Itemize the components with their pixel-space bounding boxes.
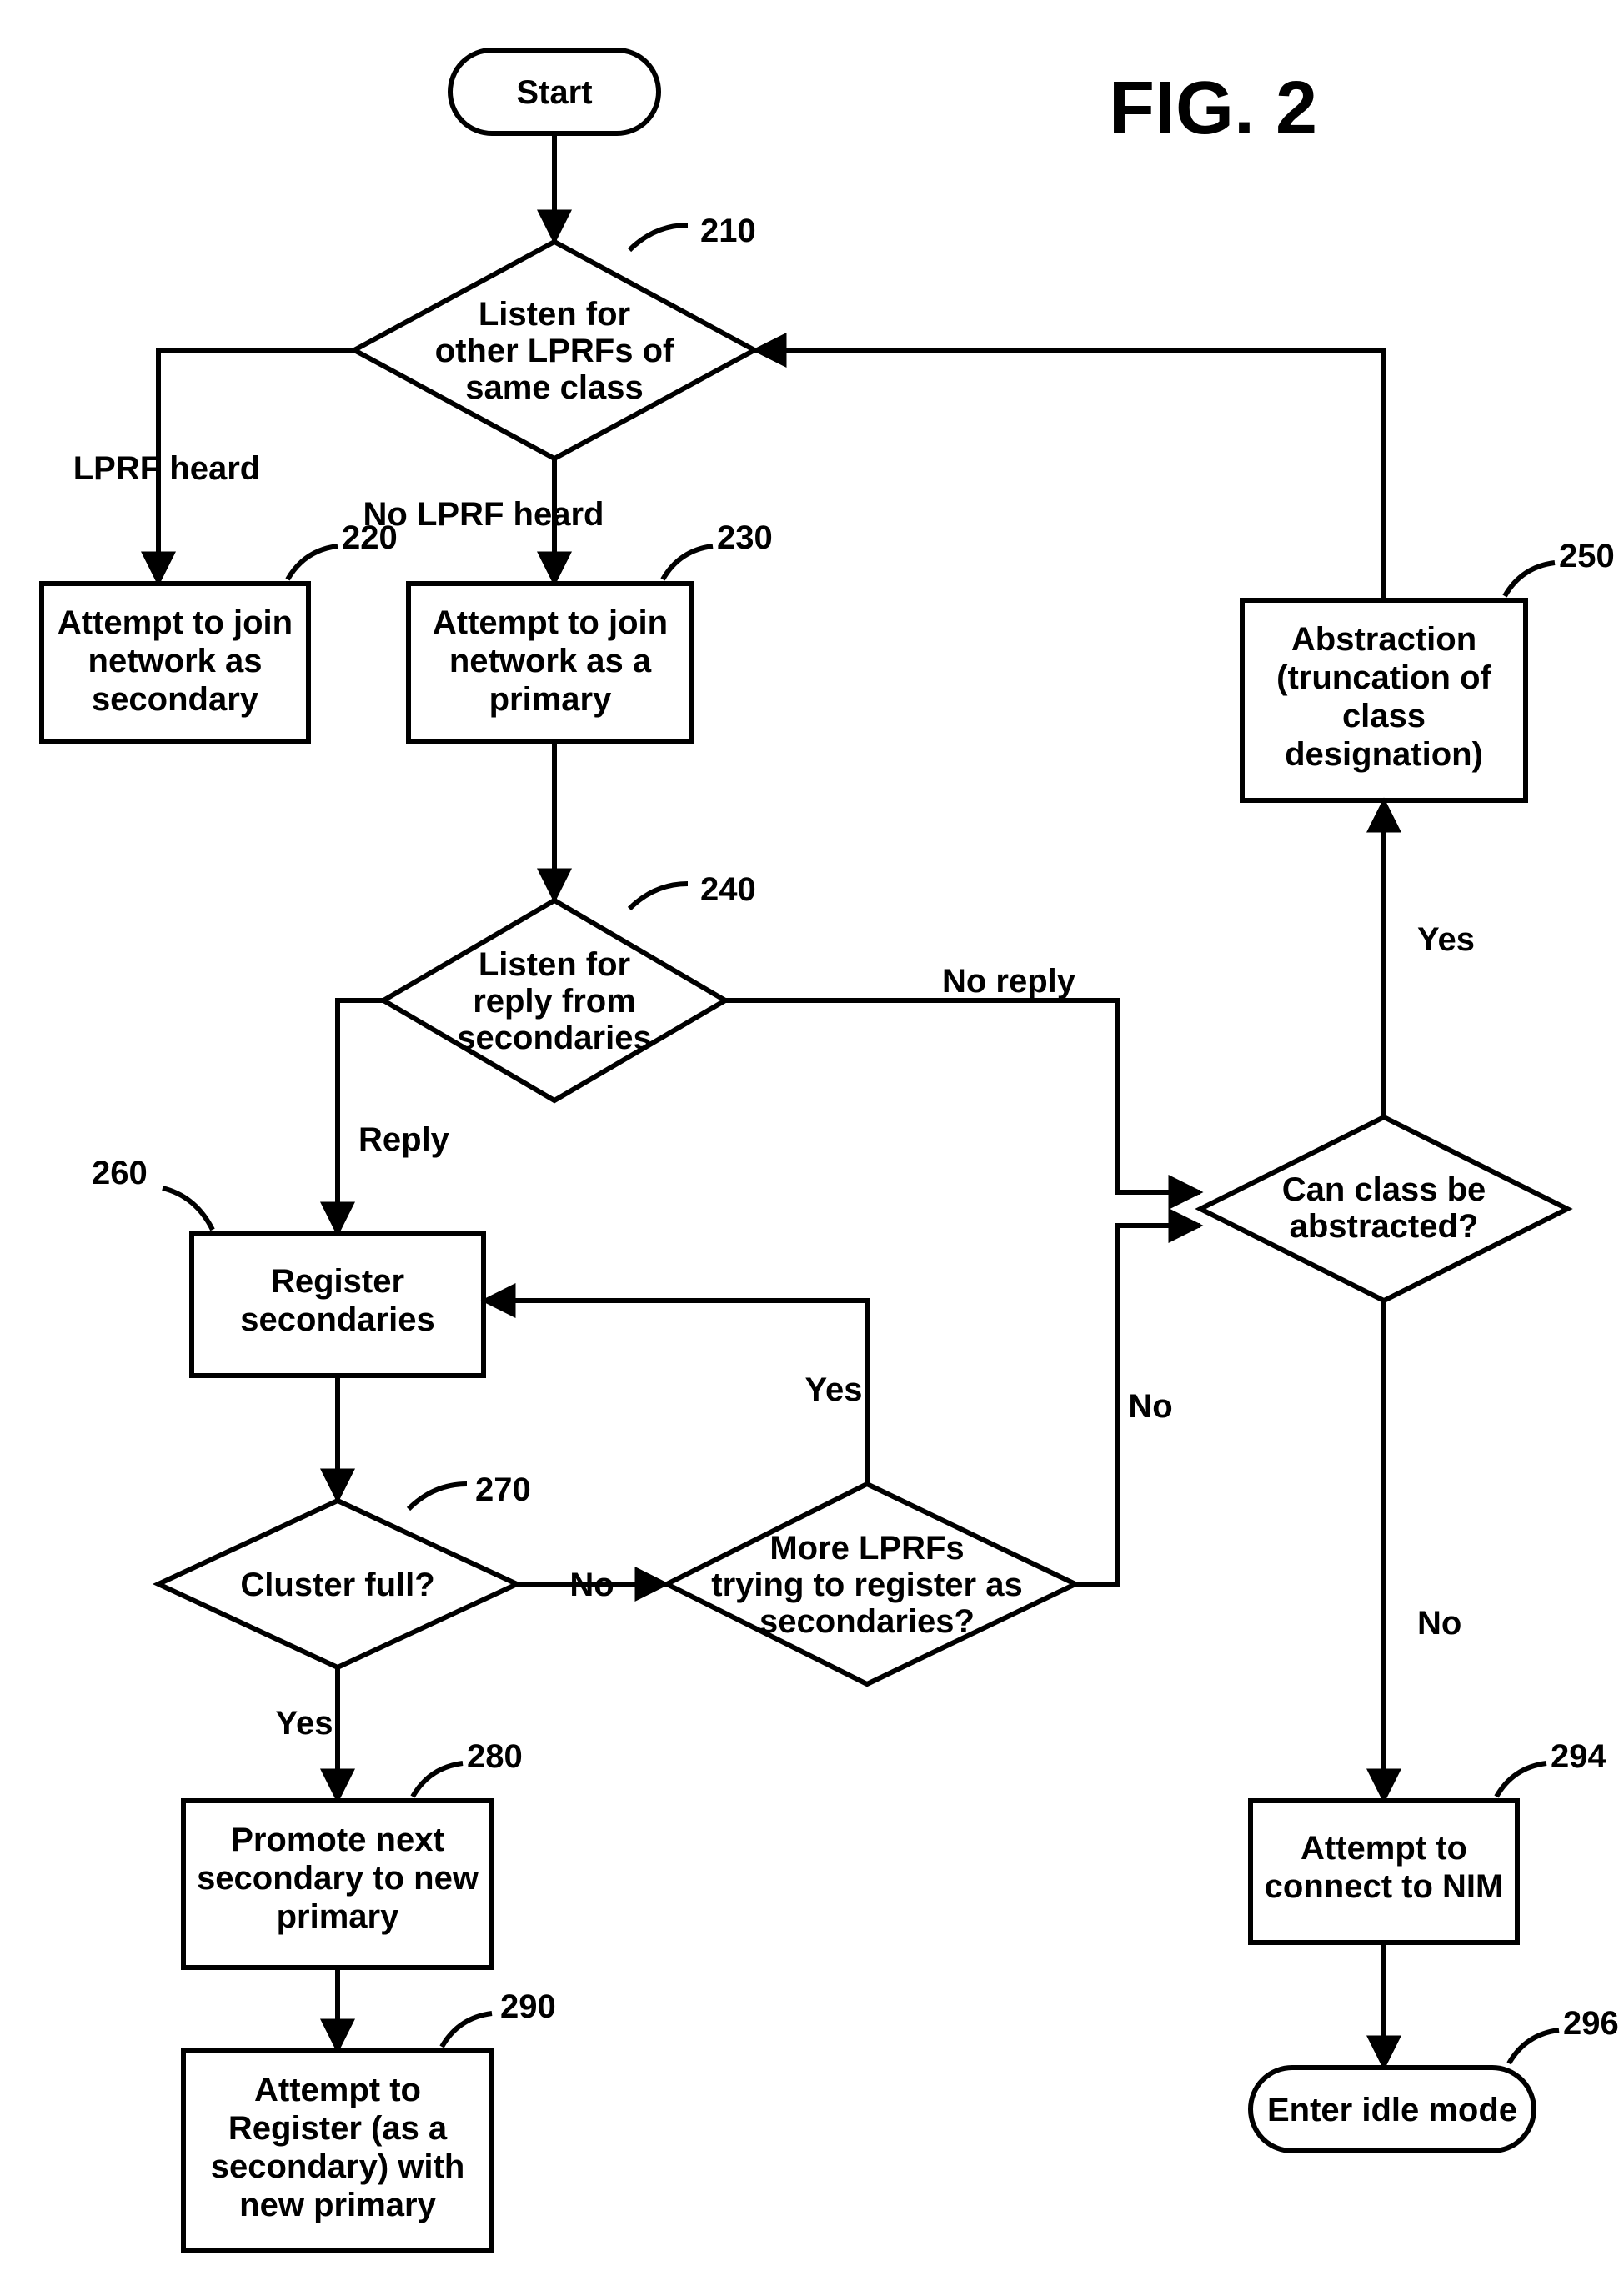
ref-296: 296	[1563, 2005, 1619, 2042]
edge-270-yes-label: Yes	[276, 1705, 333, 1742]
edge-240-to-260	[338, 1000, 383, 1234]
edge-210-down-label: No LPRF heard	[363, 496, 604, 533]
node-270a-l2: trying to register as	[711, 1567, 1022, 1603]
ref-240: 240	[700, 871, 756, 908]
node-220-l2: network as	[88, 643, 263, 679]
node-270a-l1: More LPRFs	[769, 1530, 964, 1567]
edge-270a-yes-label: Yes	[805, 1371, 863, 1408]
ref-220: 220	[342, 519, 398, 556]
callout-230	[663, 546, 713, 579]
ref-230: 230	[717, 519, 773, 556]
node-220-l1: Attempt to join	[58, 604, 293, 641]
node-210-l3: same class	[465, 369, 644, 406]
node-270b-l1: Can class be	[1282, 1171, 1486, 1208]
node-210-l1: Listen for	[479, 296, 630, 333]
ref-294: 294	[1551, 1738, 1606, 1775]
edge-270b-yes-label: Yes	[1417, 921, 1475, 958]
ref-250: 250	[1559, 538, 1615, 574]
node-220-l3: secondary	[92, 681, 259, 718]
node-210-l2: other LPRFs of	[435, 333, 674, 369]
ref-210: 210	[700, 213, 756, 249]
edge-250-to-210	[754, 350, 1384, 600]
callout-294	[1496, 1763, 1546, 1797]
node-280-l2: secondary to new	[197, 1860, 479, 1897]
edge-270a-no-label: No	[1128, 1388, 1172, 1425]
node-290-l1: Attempt to	[254, 2072, 421, 2108]
figure-title: FIG. 2	[1109, 67, 1317, 150]
node-start-label: Start	[516, 74, 592, 111]
node-280-l1: Promote next	[231, 1822, 444, 1858]
node-230-l3: primary	[489, 681, 612, 718]
node-290-l3: secondary) with	[211, 2148, 465, 2185]
node-240-l3: secondaries	[457, 1020, 651, 1056]
node-250-l3: class	[1342, 698, 1426, 734]
edge-270b-no-label: No	[1417, 1605, 1461, 1642]
ref-270: 270	[475, 1471, 531, 1508]
callout-280	[413, 1763, 463, 1797]
callout-220	[288, 546, 338, 579]
node-260-l2: secondaries	[240, 1301, 434, 1338]
node-294-l2: connect to NIM	[1265, 1868, 1504, 1905]
node-250-l4: designation)	[1285, 736, 1483, 773]
callout-270	[409, 1484, 467, 1509]
edge-270-no-label: No	[569, 1567, 614, 1603]
edge-210-left-label: LPRF heard	[73, 450, 260, 487]
callout-260	[163, 1188, 213, 1230]
node-296-label: Enter idle mode	[1267, 2092, 1517, 2128]
node-250-l2: (truncation of	[1276, 659, 1491, 696]
node-240-l2: reply from	[473, 983, 636, 1020]
ref-260: 260	[92, 1155, 148, 1191]
node-260-l1: Register	[271, 1263, 404, 1300]
node-280-l3: primary	[277, 1898, 399, 1935]
callout-240	[629, 884, 688, 909]
node-290-l2: Register (as a	[228, 2110, 448, 2147]
node-294-l1: Attempt to	[1301, 1830, 1467, 1867]
edge-240-noreply-label: No reply	[942, 963, 1076, 1000]
ref-280: 280	[467, 1738, 523, 1775]
callout-250	[1505, 563, 1555, 596]
callout-210	[629, 225, 688, 250]
callout-296	[1509, 2030, 1559, 2063]
edge-240-to-270b	[725, 1000, 1200, 1192]
node-270a-l3: secondaries?	[759, 1603, 975, 1640]
node-230-l1: Attempt to join	[433, 604, 668, 641]
node-270b-l2: abstracted?	[1290, 1208, 1479, 1245]
node-250-l1: Abstraction	[1291, 621, 1476, 658]
callout-290	[442, 2013, 492, 2047]
node-270-label: Cluster full?	[240, 1567, 434, 1603]
node-230-l2: network as a	[449, 643, 652, 679]
edge-240-reply-label: Reply	[358, 1121, 450, 1158]
ref-290: 290	[500, 1988, 556, 2025]
flowchart-fig2: FIG. 2 Start Listen for other LPRFs of s…	[0, 0, 1624, 2296]
node-240-l1: Listen for	[479, 946, 630, 983]
node-290-l4: new primary	[239, 2187, 436, 2223]
